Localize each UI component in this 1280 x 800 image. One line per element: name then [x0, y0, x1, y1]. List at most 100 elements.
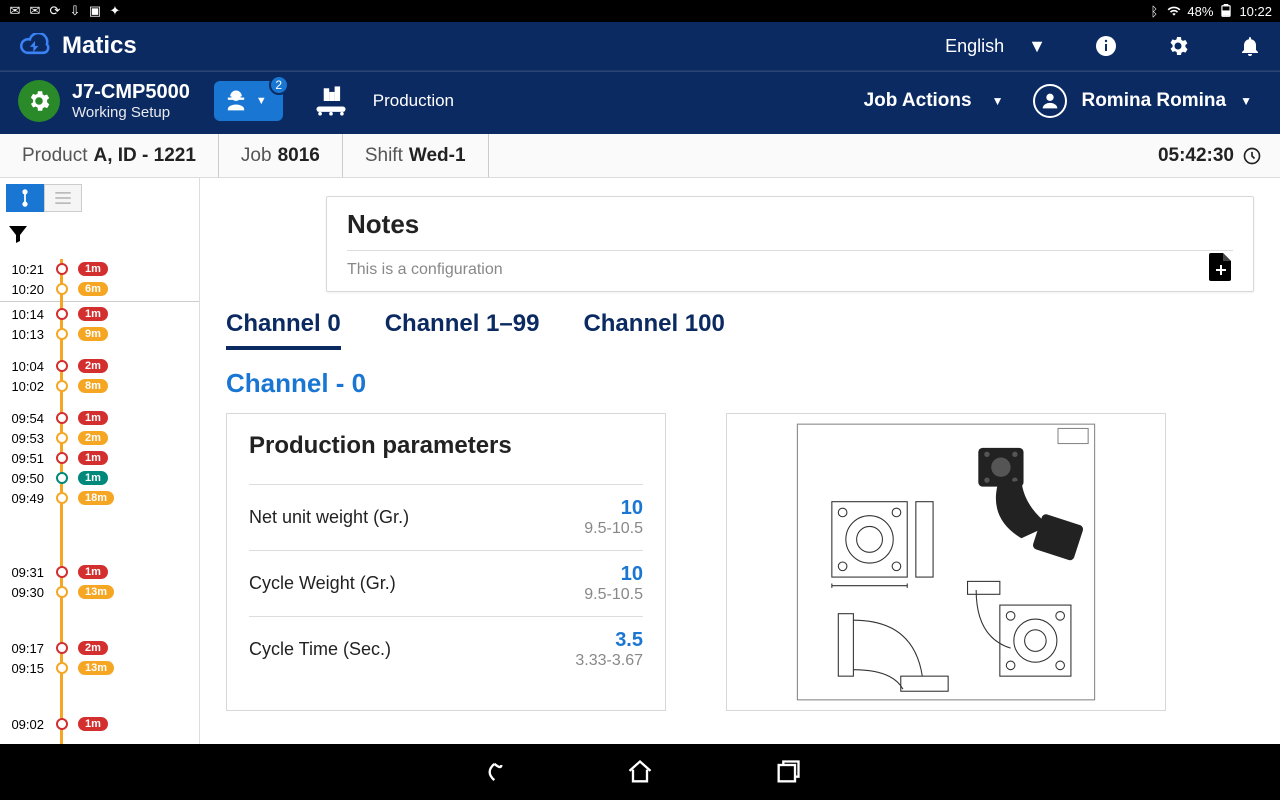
param-label: Cycle Weight (Gr.)	[249, 573, 396, 594]
timeline-time: 10:04	[0, 359, 48, 374]
tab-channel-1-99[interactable]: Channel 1–99	[385, 310, 540, 350]
timeline-time: 10:02	[0, 379, 48, 394]
timeline-dot	[56, 328, 68, 340]
job-info: J7-CMP5000 Working Setup	[72, 81, 190, 121]
timeline-event[interactable]: 09:51 1m	[0, 448, 199, 468]
timeline-dot	[56, 263, 68, 275]
tab-channel-100[interactable]: Channel 100	[583, 310, 724, 350]
timeline-event[interactable]: 09:50 1m	[0, 468, 199, 488]
timeline-time: 09:53	[0, 431, 48, 446]
timeline-time: 09:31	[0, 565, 48, 580]
param-value: 10	[584, 563, 643, 586]
params-card: Production parameters Net unit weight (G…	[226, 413, 666, 711]
battery-pct: 48%	[1187, 4, 1213, 19]
timeline-view-vertical[interactable]	[6, 184, 44, 212]
info-job: Job 8016	[219, 134, 343, 177]
mail-icon: ✉	[8, 4, 22, 18]
param-row: Cycle Time (Sec.) 3.5 3.33-3.67	[249, 616, 643, 682]
timeline-event[interactable]: 10:04 2m	[0, 356, 199, 376]
timeline-duration-chip: 6m	[78, 282, 108, 296]
chevron-down-icon: ▼	[256, 95, 267, 107]
timeline-time: 10:14	[0, 307, 48, 322]
info-shift: Shift Wed-1	[343, 134, 489, 177]
timeline-event[interactable]: 09:17 2m	[0, 638, 199, 658]
param-value: 3.5	[575, 629, 643, 652]
home-button[interactable]	[626, 758, 654, 786]
back-button[interactable]	[478, 758, 506, 786]
bluetooth-icon: ᛒ	[1147, 4, 1161, 18]
timeline-event[interactable]: 10:13 9m	[0, 324, 199, 344]
timeline-panel: 10:21 1m10:20 6m10:14 1m10:13 9m10:04 2m…	[0, 178, 200, 744]
bell-icon[interactable]	[1238, 34, 1262, 58]
operator-badge: 2	[269, 75, 289, 95]
app-header: Matics English ▼	[0, 22, 1280, 71]
info-product: Product A, ID - 1221	[0, 134, 219, 177]
channel-tabs: Channel 0 Channel 1–99 Channel 100	[226, 310, 1254, 350]
timeline-dot	[56, 586, 68, 598]
notes-title: Notes	[347, 209, 1233, 240]
app-icon: ✦	[108, 4, 122, 18]
timeline-duration-chip: 9m	[78, 327, 108, 341]
timeline-duration-chip: 2m	[78, 641, 108, 655]
timeline-time: 10:13	[0, 327, 48, 342]
timeline-event[interactable]: 10:20 6m	[0, 279, 199, 299]
timeline-duration-chip: 2m	[78, 359, 108, 373]
timeline-duration-chip: 1m	[78, 471, 108, 485]
params-title: Production parameters	[249, 432, 643, 460]
timeline-time: 10:20	[0, 282, 48, 297]
android-status-bar: ✉ ✉ ⟳ ⇩ ▣ ✦ ᛒ 48% 10:22	[0, 0, 1280, 22]
timeline-view-list[interactable]	[44, 184, 82, 212]
job-actions-menu[interactable]: Job Actions ▼	[844, 90, 1024, 112]
info-icon[interactable]	[1094, 34, 1118, 58]
timeline-time: 09:54	[0, 411, 48, 426]
timeline-event[interactable]: 09:02 1m	[0, 714, 199, 734]
info-timer: 05:42:30	[1140, 145, 1280, 167]
info-bar: Product A, ID - 1221 Job 8016 Shift Wed-…	[0, 134, 1280, 178]
notes-card: Notes This is a configuration	[326, 196, 1254, 292]
timeline-event[interactable]: 09:53 2m	[0, 428, 199, 448]
settings-icon[interactable]	[1166, 34, 1190, 58]
filter-icon[interactable]	[6, 222, 30, 246]
operator-icon	[222, 87, 250, 115]
timeline-event[interactable]: 09:15 13m	[0, 658, 199, 678]
job-id: J7-CMP5000	[72, 81, 190, 104]
timeline-time: 09:49	[0, 491, 48, 506]
timeline-time: 09:02	[0, 717, 48, 732]
cloud-logo-icon	[18, 33, 52, 59]
timeline-event[interactable]: 10:02 8m	[0, 376, 199, 396]
timeline-event[interactable]: 10:14 1m	[0, 304, 199, 324]
param-row: Cycle Weight (Gr.) 10 9.5-10.5	[249, 550, 643, 616]
timeline-event[interactable]: 10:21 1m	[0, 259, 199, 279]
notes-body: This is a configuration	[347, 261, 1233, 279]
timeline-duration-chip: 1m	[78, 717, 108, 731]
tab-channel-0[interactable]: Channel 0	[226, 310, 341, 350]
chevron-down-icon: ▼	[1028, 36, 1046, 57]
timeline-event[interactable]: 09:31 1m	[0, 562, 199, 582]
drawing-card	[726, 413, 1166, 711]
timeline-duration-chip: 2m	[78, 431, 108, 445]
recent-button[interactable]	[774, 758, 802, 786]
param-label: Cycle Time (Sec.)	[249, 639, 391, 660]
timeline-dot	[56, 642, 68, 654]
timeline-dot	[56, 718, 68, 730]
timeline-time: 09:17	[0, 641, 48, 656]
timeline-event[interactable]: 09:49 18m	[0, 488, 199, 508]
avatar-icon	[1033, 84, 1067, 118]
param-label: Net unit weight (Gr.)	[249, 507, 409, 528]
timeline-dot	[56, 566, 68, 578]
timeline-event[interactable]: 09:54 1m	[0, 408, 199, 428]
part-drawing	[735, 422, 1157, 702]
brand-name: Matics	[62, 32, 137, 60]
operator-button[interactable]: ▼ 2	[214, 81, 283, 121]
job-gear-icon[interactable]	[18, 80, 60, 122]
language-select[interactable]: English ▼	[945, 36, 1046, 57]
mail-icon-2: ✉	[28, 4, 42, 18]
user-menu[interactable]: Romina Romina ▼	[1023, 84, 1262, 118]
timeline-track[interactable]: 10:21 1m10:20 6m10:14 1m10:13 9m10:04 2m…	[0, 259, 199, 744]
wifi-icon	[1167, 4, 1181, 18]
timeline-time: 09:51	[0, 451, 48, 466]
timeline-event[interactable]: 09:30 13m	[0, 582, 199, 602]
add-note-icon[interactable]	[1209, 253, 1233, 281]
timeline-dot	[56, 283, 68, 295]
machine-icon	[311, 85, 351, 117]
